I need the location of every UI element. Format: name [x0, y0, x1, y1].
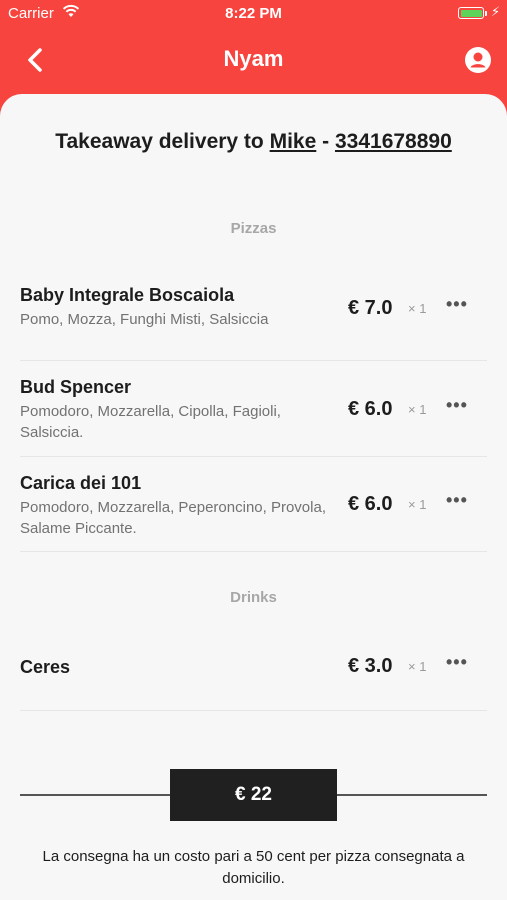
battery-icon: [458, 7, 484, 19]
section-title-drinks: Drinks: [230, 589, 277, 606]
page-title: Nyam: [223, 46, 284, 71]
delivery-note: La consegna ha un costo pari a 50 cent p…: [42, 848, 465, 887]
status-time: 8:22 PM: [225, 5, 282, 22]
item-price: € 6.0: [348, 493, 393, 515]
more-icon[interactable]: •••: [446, 294, 468, 315]
item-name: Bud Spencer: [20, 377, 132, 397]
item-price: € 7.0: [348, 297, 393, 319]
item-quantity: × 1: [408, 301, 427, 316]
divider: [20, 360, 487, 361]
headline-prefix: Takeaway delivery to: [55, 130, 264, 153]
status-bar: Carrier 8:22 PM ⚡: [0, 0, 507, 28]
section-title-pizzas: Pizzas: [230, 220, 277, 237]
more-icon[interactable]: •••: [446, 395, 468, 416]
item-price: € 6.0: [348, 398, 393, 420]
item-quantity: × 1: [408, 659, 427, 674]
charging-icon: ⚡: [491, 4, 501, 19]
order-sheet: Takeaway delivery to Mike - 3341678890 P…: [0, 94, 507, 900]
order-total: € 22: [170, 769, 337, 821]
order-item[interactable]: Carica dei 101 Pomodoro, Mozzarella, Pep…: [20, 473, 487, 539]
headline-separator: -: [322, 130, 330, 153]
divider: [20, 551, 487, 552]
more-icon[interactable]: •••: [446, 490, 468, 511]
customer-name-link[interactable]: Mike: [270, 130, 317, 153]
item-name: Carica dei 101: [20, 473, 142, 493]
item-price: € 3.0: [348, 655, 393, 677]
order-item[interactable]: Baby Integrale Boscaiola Pomo, Mozza, Fu…: [20, 285, 487, 330]
item-description: Pomodoro, Mozzarella, Cipolla, Fagioli, …: [20, 403, 281, 441]
item-quantity: × 1: [408, 497, 427, 512]
battery-tip: [485, 11, 487, 16]
divider: [20, 456, 487, 457]
navigation-bar: Nyam: [0, 28, 507, 92]
profile-icon[interactable]: [464, 46, 492, 74]
item-description: Pomo, Mozza, Funghi Misti, Salsiccia: [20, 311, 269, 328]
order-item[interactable]: Ceres € 3.0 × 1 •••: [20, 652, 487, 678]
order-item[interactable]: Bud Spencer Pomodoro, Mozzarella, Cipoll…: [20, 377, 487, 443]
divider: [20, 710, 487, 711]
item-quantity: × 1: [408, 402, 427, 417]
item-description: Pomodoro, Mozzarella, Peperoncino, Provo…: [20, 499, 326, 537]
delivery-headline: Takeaway delivery to Mike - 3341678890: [0, 130, 507, 154]
more-icon[interactable]: •••: [446, 652, 468, 673]
customer-phone-link[interactable]: 3341678890: [335, 130, 452, 153]
